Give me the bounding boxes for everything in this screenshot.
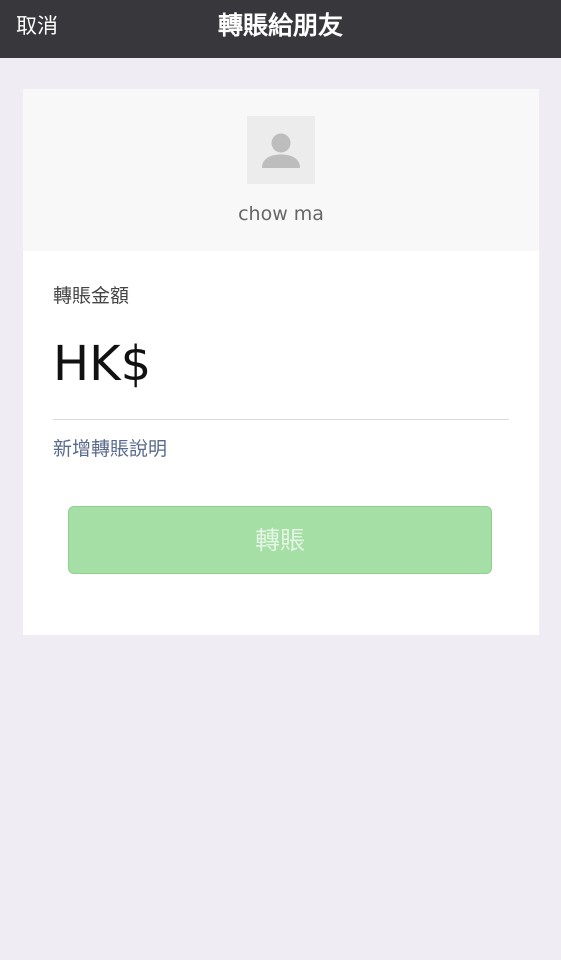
add-note-link[interactable]: 新增轉賬說明 [53,434,167,461]
amount-label: 轉賬金額 [53,285,130,307]
transfer-card: chow ma 轉賬金額 HK$ 新增轉賬說明 轉賬 [23,89,539,635]
amount-input[interactable] [157,340,501,390]
amount-row: HK$ [53,334,509,394]
avatar [247,116,315,184]
currency-symbol: HK$ [53,336,152,392]
user-silhouette-icon [262,133,300,168]
transfer-button[interactable]: 轉賬 [68,506,492,574]
recipient-header: chow ma [23,89,539,251]
amount-divider [53,419,509,420]
nav-bar: 取消 轉賬給朋友 [0,0,561,58]
recipient-name: chow ma [238,203,324,225]
page-title: 轉賬給朋友 [217,11,343,40]
